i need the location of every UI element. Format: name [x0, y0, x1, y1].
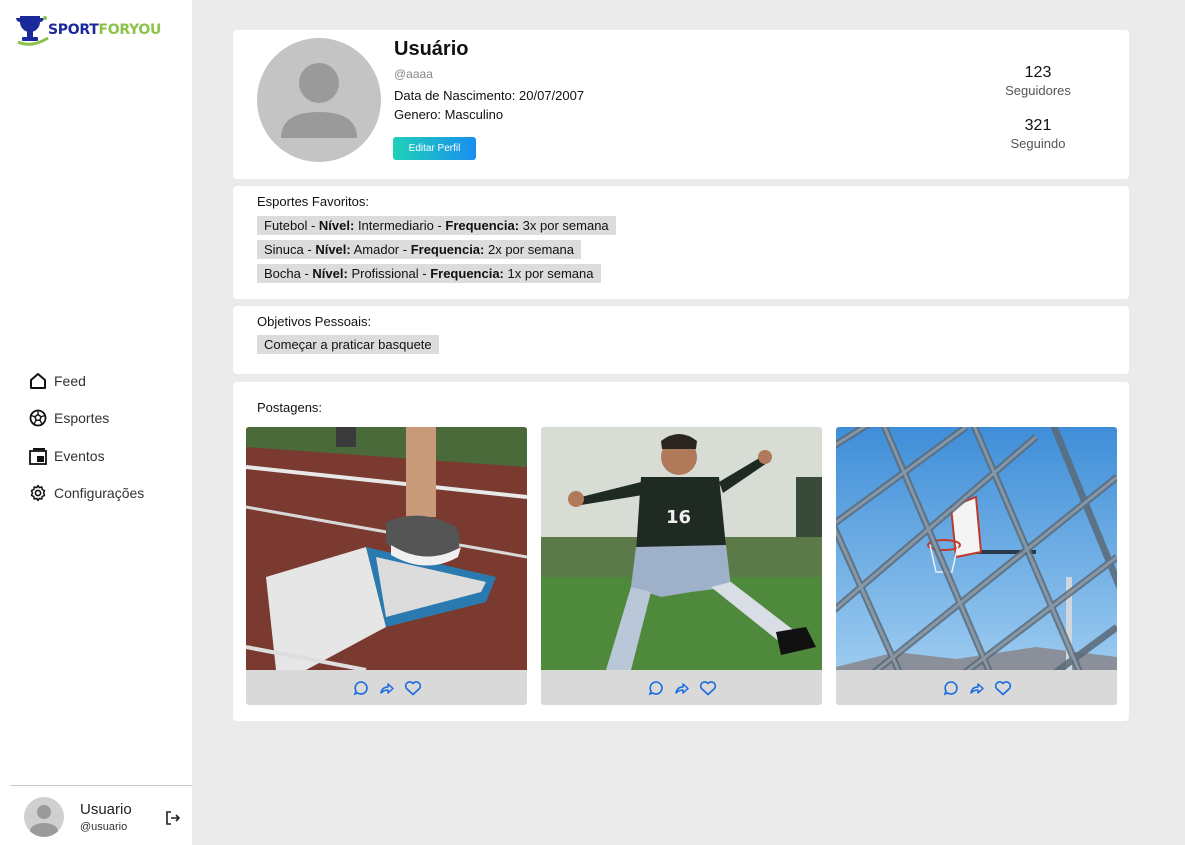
sport-frequency: 2x por semana — [484, 242, 574, 257]
following-label: Seguindo — [1010, 136, 1066, 151]
frequency-label: Frequencia: — [445, 218, 520, 233]
profile-card: Usuário @aaaa Data de Nascimento: 20/07/… — [233, 30, 1129, 179]
soccer-player-photo[interactable]: 16 — [541, 427, 822, 670]
frequency-label: Frequencia: — [410, 242, 485, 257]
personal-goals-title: Objetivos Pessoais: — [257, 314, 372, 329]
comment-icon[interactable] — [942, 679, 960, 697]
post-card — [246, 427, 527, 705]
nav-item-label: Esportes — [54, 410, 110, 427]
logout-icon[interactable] — [164, 809, 182, 827]
sport-name: Bocha - — [264, 266, 313, 281]
post-actions — [836, 670, 1117, 705]
brand-logo[interactable]: SPORTFORYOU — [12, 12, 161, 48]
current-user-handle: @usuario — [80, 821, 128, 833]
followers-stat[interactable]: 123 Seguidores — [978, 64, 1098, 98]
nav-item-label: Configurações — [54, 485, 145, 502]
basketball-hoop-fence-photo[interactable] — [836, 427, 1117, 670]
sidebar: SPORTFORYOU Feed Esportes Eventos Config… — [0, 0, 192, 845]
events-icon — [28, 446, 48, 466]
running-track-photo[interactable] — [246, 427, 527, 670]
level-label: Nível: — [315, 242, 351, 257]
comment-icon[interactable] — [647, 679, 665, 697]
nav-item-feed[interactable]: Feed — [28, 362, 144, 400]
sport-tag: Bocha - Nível: Profissional - Frequencia… — [257, 264, 601, 283]
brand-name: SPORTFORYOU — [48, 22, 161, 38]
trophy-logo-icon — [16, 16, 49, 46]
sport-name: Futebol - — [264, 218, 319, 233]
current-user-card: Usuario @usuario — [24, 797, 192, 841]
brand-name-part2: FORYOU — [98, 22, 162, 38]
heart-icon[interactable] — [994, 679, 1012, 697]
personal-goals-card: Objetivos Pessoais: Começar a praticar b… — [233, 306, 1129, 374]
level-label: Nível: — [312, 266, 348, 281]
sport-frequency: 3x por semana — [519, 218, 609, 233]
following-count: 321 — [1024, 117, 1052, 134]
sport-tag: Sinuca - Nível: Amador - Frequencia: 2x … — [257, 240, 581, 259]
nav-item-configuracoes[interactable]: Configurações — [28, 475, 144, 513]
profile-gender: Genero: Masculino — [394, 107, 504, 122]
followers-label: Seguidores — [1005, 83, 1071, 98]
followers-count: 123 — [1024, 64, 1052, 81]
sidebar-divider — [10, 785, 192, 786]
nav-item-eventos[interactable]: Eventos — [28, 437, 144, 475]
favorite-sports-title: Esportes Favoritos: — [257, 194, 369, 209]
sidebar-nav: Feed Esportes Eventos Configurações — [28, 362, 144, 512]
edit-profile-button[interactable]: Editar Perfil — [393, 137, 476, 160]
sport-name: Sinuca - — [264, 242, 316, 257]
nav-item-esportes[interactable]: Esportes — [28, 400, 144, 438]
post-actions — [541, 670, 822, 705]
brand-name-part1: SPORT — [48, 22, 99, 38]
gear-icon — [28, 483, 48, 503]
nav-item-label: Eventos — [54, 447, 105, 464]
nav-item-label: Feed — [54, 372, 86, 389]
heart-icon[interactable] — [404, 679, 422, 697]
profile-name: Usuário — [394, 38, 469, 60]
sport-level: Profissional - — [347, 266, 431, 281]
post-card: 16 — [541, 427, 822, 705]
goal-tag: Começar a praticar basquete — [257, 335, 439, 354]
share-icon[interactable] — [968, 679, 986, 697]
profile-avatar — [257, 38, 381, 162]
post-card — [836, 427, 1117, 705]
share-icon[interactable] — [673, 679, 691, 697]
level-label: Nível: — [318, 218, 355, 233]
heart-icon[interactable] — [699, 679, 717, 697]
sport-frequency: 1x por semana — [503, 266, 594, 281]
sport-level: Amador - — [350, 242, 411, 257]
frequency-label: Frequencia: — [430, 266, 504, 281]
home-icon — [28, 371, 48, 391]
soccer-ball-icon — [28, 408, 48, 428]
svg-text:16: 16 — [666, 507, 691, 528]
profile-handle: @aaaa — [394, 67, 433, 81]
avatar[interactable] — [24, 797, 64, 837]
sport-level: Intermediario - — [354, 218, 446, 233]
share-icon[interactable] — [378, 679, 396, 697]
profile-birthdate: Data de Nascimento: 20/07/2007 — [394, 88, 585, 103]
posts-card: Postagens: 16 — [233, 382, 1129, 721]
following-stat[interactable]: 321 Seguindo — [978, 117, 1098, 151]
post-actions — [246, 670, 527, 705]
posts-title: Postagens: — [257, 400, 323, 415]
sport-tag: Futebol - Nível: Intermediario - Frequen… — [257, 216, 616, 235]
favorite-sports-card: Esportes Favoritos: Futebol - Nível: Int… — [233, 186, 1129, 299]
current-user-name: Usuario — [80, 801, 132, 818]
comment-icon[interactable] — [352, 679, 370, 697]
